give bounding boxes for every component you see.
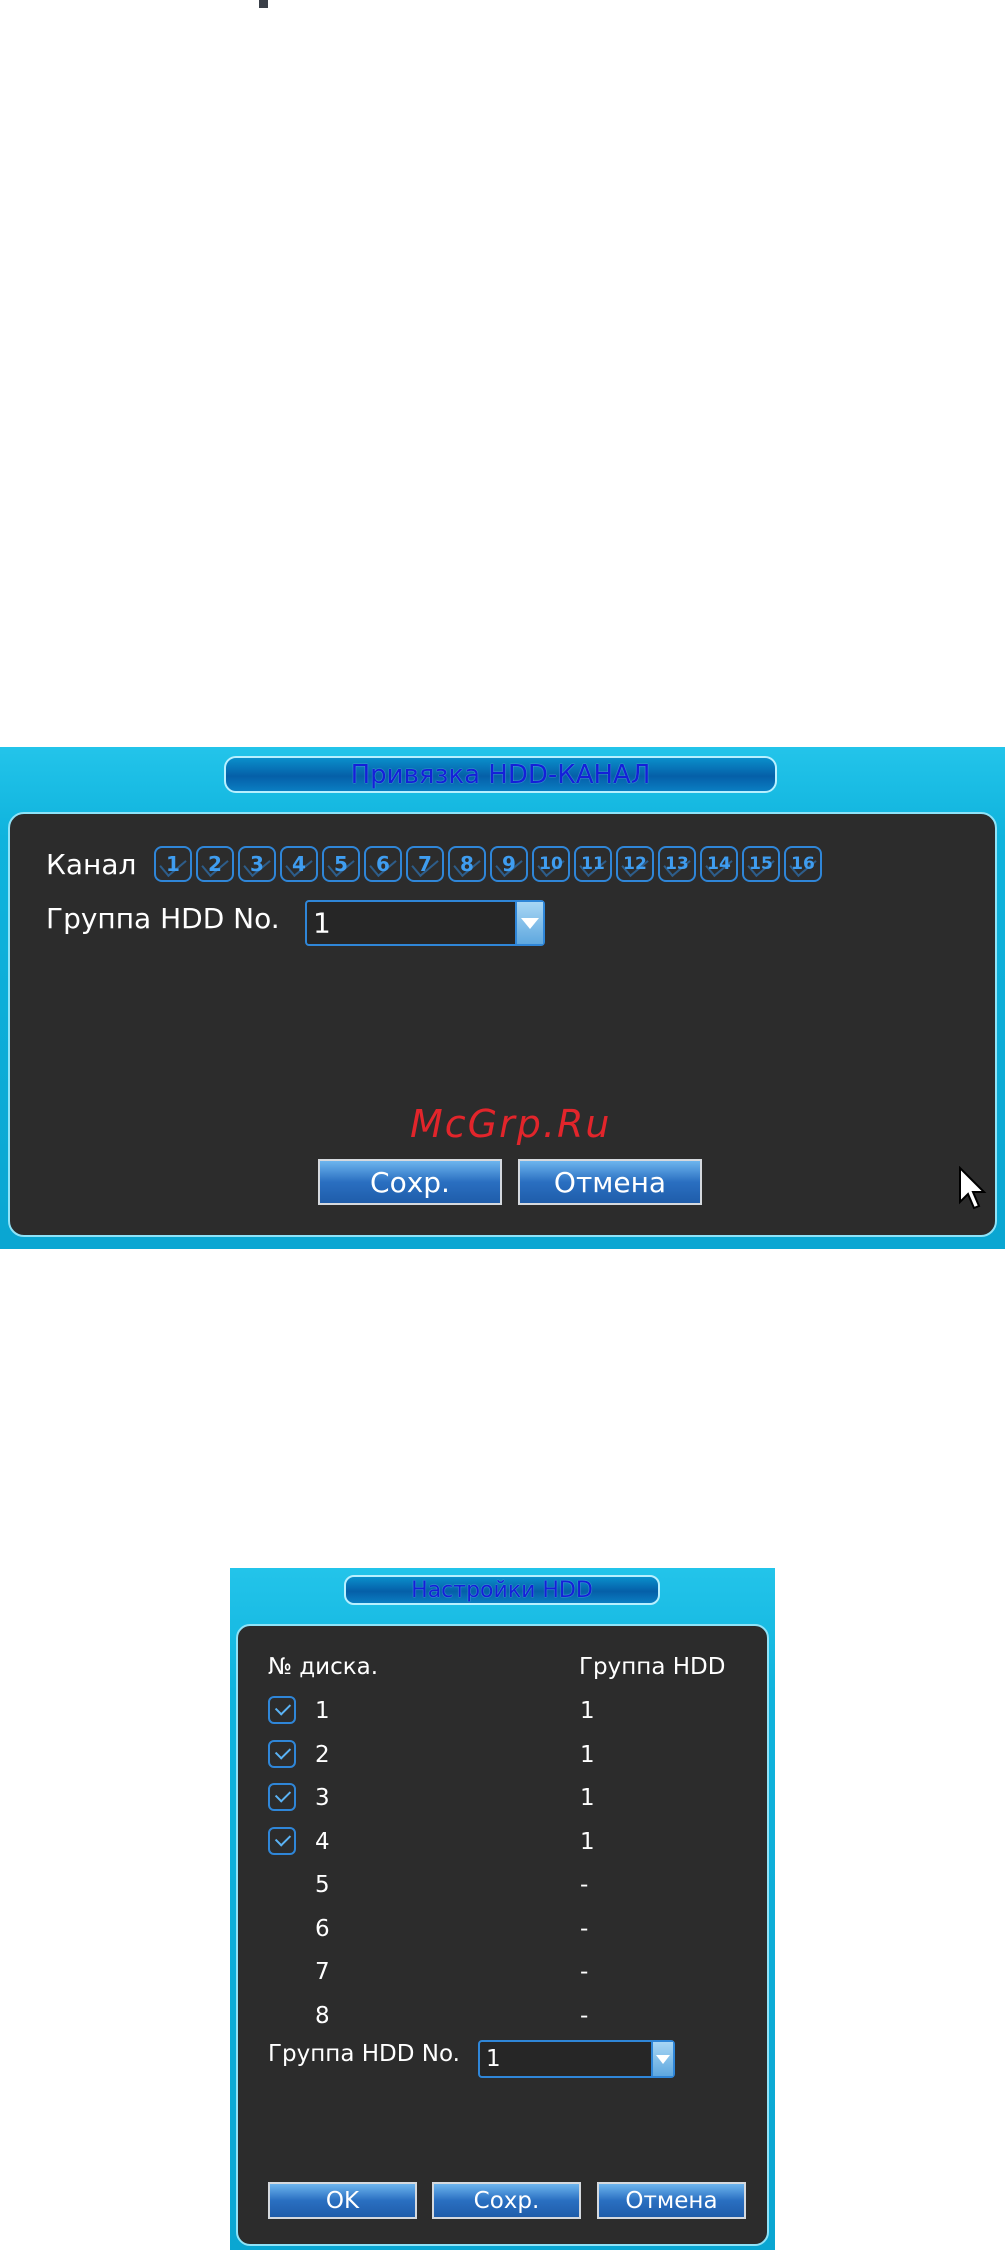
hdd-group-value: 1 [486, 2046, 501, 2072]
disk-number-header: № диска. [268, 1654, 379, 1680]
channel-number: 11 [581, 854, 605, 874]
channel-number: 4 [292, 852, 306, 876]
channel-number: 1 [166, 852, 180, 876]
disk-checkbox-2[interactable] [268, 1739, 296, 1768]
channel-number: 14 [707, 854, 731, 874]
ok-button[interactable]: OK [268, 2182, 417, 2219]
chevron-down-icon[interactable] [515, 902, 543, 944]
channel-checkbox-9[interactable]: 9 [490, 846, 528, 882]
page-edge-mark [259, 0, 268, 8]
channel-number: 10 [539, 854, 563, 874]
channel-checkbox-13[interactable]: 13 [658, 846, 696, 882]
channel-checkbox-3[interactable]: 3 [238, 846, 276, 882]
cancel-button[interactable]: Отмена [597, 2182, 746, 2219]
dialog-title: Настройки HDD [411, 1577, 593, 1603]
disk-hdd-group: 1 [580, 1828, 595, 1855]
save-button[interactable]: Сохр. [318, 1159, 502, 1205]
hdd-group-label: Группа HDD No. [268, 2041, 460, 2067]
channel-number: 8 [460, 852, 474, 876]
cancel-button[interactable]: Отмена [518, 1159, 702, 1205]
disk-hdd-group: - [580, 1959, 589, 1985]
hdd-group-label: Группа HDD No. [46, 902, 280, 935]
channel-checkbox-5[interactable]: 5 [322, 846, 360, 882]
disk-number: 2 [315, 1741, 330, 1768]
disk-hdd-group: - [580, 1872, 589, 1898]
disk-number: 5 [315, 1872, 330, 1898]
disk-number: 4 [315, 1828, 330, 1855]
channel-checkbox-2[interactable]: 2 [196, 846, 234, 882]
channel-checkbox-16[interactable]: 16 [784, 846, 822, 882]
disk-hdd-group: 1 [580, 1698, 595, 1724]
hdd-group-value: 1 [313, 906, 331, 940]
channel-number: 15 [749, 854, 773, 874]
channel-checkbox-15[interactable]: 15 [742, 846, 780, 882]
channel-checkbox-6[interactable]: 6 [364, 846, 402, 882]
disk-number: 7 [315, 1959, 330, 1985]
hdd-channel-dialog: Привязка HDD-КАНАЛ Канал 1 2 3 4 5 6 7 8 9 10 11 12… [0, 747, 1005, 1249]
mouse-pointer-icon [959, 1166, 987, 1210]
hdd-group-select[interactable]: 1 [478, 2040, 675, 2078]
watermark-text: McGrp.Ru [410, 1102, 612, 1146]
channel-number: 6 [376, 852, 390, 876]
channel-number: 16 [791, 854, 815, 874]
channel-number: 13 [665, 854, 689, 874]
disk-number: 6 [315, 1915, 330, 1942]
channel-number: 5 [334, 852, 348, 876]
channel-number: 12 [623, 854, 647, 874]
dialog-title-bar: Привязка HDD-КАНАЛ [224, 756, 777, 793]
channel-label: Канал [46, 848, 137, 881]
channel-checkbox-4[interactable]: 4 [280, 846, 318, 882]
channel-checkbox-row: 1 2 3 4 5 6 7 8 9 10 11 12 13 14 15 16 [154, 846, 826, 882]
disk-number: 1 [315, 1698, 330, 1724]
channel-number: 9 [502, 852, 516, 876]
channel-checkbox-12[interactable]: 12 [616, 846, 654, 882]
disk-number: 3 [315, 1785, 330, 1811]
channel-number: 7 [418, 852, 432, 876]
dialog-title: Привязка HDD-КАНАЛ [350, 759, 651, 790]
dialog-body: Канал 1 2 3 4 5 6 7 8 9 10 11 12 13 14 15 16 Группа HDD… [8, 812, 997, 1237]
disk-hdd-group: 1 [580, 1785, 595, 1811]
hdd-settings-dialog: Настройки HDD № диска. Группа HDD 1 1 2 1 3 1… [230, 1568, 775, 2250]
disk-hdd-group: - [580, 1915, 589, 1942]
disk-hdd-group: 1 [580, 1741, 595, 1768]
channel-checkbox-7[interactable]: 7 [406, 846, 444, 882]
dialog-title-bar: Настройки HDD [344, 1575, 660, 1605]
channel-checkbox-11[interactable]: 11 [574, 846, 612, 882]
chevron-down-icon[interactable] [651, 2042, 673, 2076]
dialog-body: № диска. Группа HDD 1 1 2 1 3 1 4 1 5 - 6 - 7 - 8 - Гру… [236, 1624, 769, 2246]
channel-checkbox-1[interactable]: 1 [154, 846, 192, 882]
channel-checkbox-8[interactable]: 8 [448, 846, 486, 882]
disk-hdd-group: - [580, 2002, 589, 2029]
hdd-group-select[interactable]: 1 [305, 900, 545, 946]
save-button[interactable]: Сохр. [432, 2182, 581, 2219]
disk-number: 8 [315, 2002, 330, 2029]
disk-checkbox-4[interactable] [268, 1826, 296, 1855]
channel-checkbox-14[interactable]: 14 [700, 846, 738, 882]
disk-checkbox-3[interactable] [268, 1783, 296, 1811]
disk-checkbox-1[interactable] [268, 1696, 296, 1724]
channel-number: 3 [250, 852, 264, 876]
hdd-group-header: Группа HDD [579, 1654, 726, 1680]
channel-number: 2 [208, 852, 222, 876]
channel-checkbox-10[interactable]: 10 [532, 846, 570, 882]
